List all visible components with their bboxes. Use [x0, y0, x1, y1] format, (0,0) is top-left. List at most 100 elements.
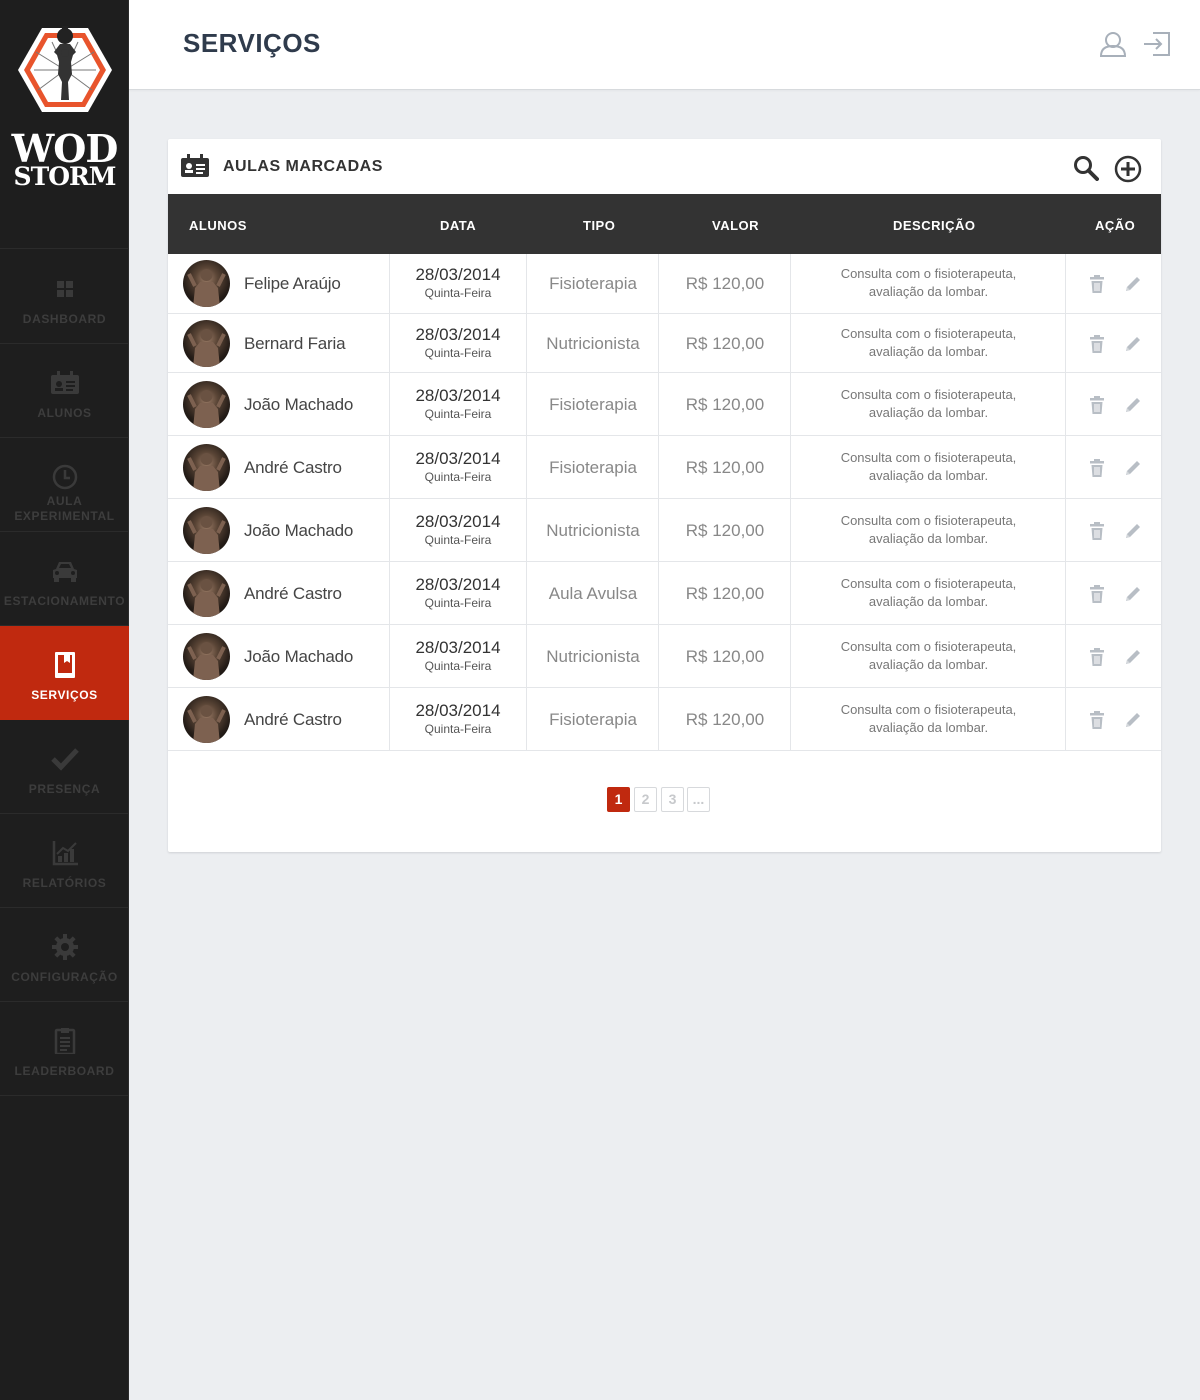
column-header-alunos[interactable]: ALUNOS — [189, 218, 247, 233]
appointment-weekday: Quinta-Feira — [424, 469, 492, 484]
appointment-date: 28/03/2014 — [415, 448, 501, 468]
service-value: R$ 120,00 — [685, 520, 765, 540]
trash-icon[interactable] — [1087, 458, 1107, 478]
grid-icon — [56, 281, 73, 297]
appointment-date: 28/03/2014 — [415, 574, 501, 594]
appointment-weekday: Quinta-Feira — [424, 658, 492, 673]
appointment-date: 28/03/2014 — [415, 385, 501, 405]
table-row[interactable]: André Castro 28/03/2014 Quinta-Feira Aula A… — [168, 562, 1161, 625]
sidebar-item-servicos[interactable]: SERVIÇOS — [0, 626, 129, 720]
page-button-1[interactable]: 1 — [607, 787, 630, 812]
edit-pencil-icon[interactable] — [1123, 521, 1143, 541]
sidebar-item-dashboard[interactable]: DASHBOARD — [0, 250, 129, 344]
service-value: R$ 120,00 — [685, 274, 765, 293]
description-line: avaliação da lombar. — [868, 593, 989, 609]
student-name[interactable]: André Castro — [244, 584, 342, 604]
sidebar-item-alunos[interactable]: ALUNOS — [0, 344, 129, 438]
gear-icon — [51, 934, 78, 960]
column-header-valor[interactable]: VALOR — [712, 218, 759, 233]
edit-pencil-icon[interactable] — [1123, 458, 1143, 478]
column-header-tipo[interactable]: TIPO — [583, 218, 615, 233]
appointment-date: 28/03/2014 — [415, 700, 501, 720]
trash-icon[interactable] — [1087, 274, 1107, 294]
sidebar-item-leaderboard[interactable]: LEADERBOARD — [0, 1002, 129, 1096]
table-row[interactable]: Bernard Faria 28/03/2014 Quinta-Feira Nutri… — [168, 314, 1161, 373]
clipboard-icon — [54, 1028, 75, 1054]
sidebar-item-configuracao[interactable]: CONFIGURAÇÃO — [0, 908, 129, 1002]
trash-icon[interactable] — [1087, 710, 1107, 730]
service-description: Consulta com o fisioterapeuta, avaliação … — [791, 449, 1066, 485]
edit-pencil-icon[interactable] — [1123, 710, 1143, 730]
add-circle-icon[interactable] — [1114, 155, 1142, 183]
service-description: Consulta com o fisioterapeuta, avaliação … — [791, 638, 1066, 674]
edit-pencil-icon[interactable] — [1123, 274, 1143, 294]
column-header-descricao[interactable]: DESCRIÇÃO — [893, 218, 976, 233]
description-line: avaliação da lombar. — [868, 284, 989, 299]
student-name[interactable]: Bernard Faria — [244, 334, 346, 354]
description-line: avaliação da lombar. — [868, 656, 989, 672]
student-name[interactable]: João Machado — [244, 521, 353, 541]
table-row[interactable]: João Machado 28/03/2014 Quinta-Feira Nutric… — [168, 499, 1161, 562]
student-name[interactable]: João Machado — [244, 647, 353, 667]
table-row[interactable]: João Machado 28/03/2014 Quinta-Feira Fisiot… — [168, 373, 1161, 436]
description-line: Consulta com o fisioterapeuta, — [840, 512, 1017, 528]
sidebar-item-label: RELATÓRIOS — [22, 876, 107, 890]
sidebar-item-relatorios[interactable]: RELATÓRIOS — [0, 814, 129, 908]
aulas-marcadas-panel: AULAS MARCADAS ALUNOS DATA TIPO VALOR DE… — [168, 139, 1161, 852]
table-row[interactable]: João Machado 28/03/2014 Quinta-Feira Nutric… — [168, 625, 1161, 688]
student-name[interactable]: André Castro — [244, 710, 342, 730]
description-line: avaliação da lombar. — [868, 404, 989, 420]
appointment-date: 28/03/2014 — [415, 637, 501, 657]
sidebar-item-label: CONFIGURAÇÃO — [11, 970, 118, 984]
appointment-weekday: Quinta-Feira — [424, 721, 492, 736]
column-header-acao: AÇÃO — [1095, 218, 1136, 233]
panel-title: AULAS MARCADAS — [223, 158, 383, 175]
student-name[interactable]: André Castro — [244, 458, 342, 478]
service-type: Aula Avulsa — [548, 583, 638, 603]
student-name[interactable]: Felipe Araújo — [244, 274, 341, 294]
service-type: Fisioterapia — [549, 709, 637, 729]
avatar — [183, 380, 230, 428]
service-value: R$ 120,00 — [685, 333, 765, 353]
trash-icon[interactable] — [1087, 584, 1107, 604]
edit-pencil-icon[interactable] — [1123, 334, 1143, 354]
sidebar-item-aula-experimental[interactable]: AULA EXPERIMENTAL — [0, 438, 129, 532]
edit-pencil-icon[interactable] — [1123, 647, 1143, 667]
clock-icon — [52, 464, 77, 490]
avatar — [183, 506, 230, 554]
service-type: Fisioterapia — [549, 394, 637, 414]
page-button-2[interactable]: 2 — [634, 787, 657, 812]
service-type: Nutricionista — [546, 520, 640, 540]
avatar — [183, 632, 230, 680]
page-button-3[interactable]: 3 — [661, 787, 684, 812]
description-line: Consulta com o fisioterapeuta, — [840, 386, 1017, 402]
service-description: Consulta com o fisioterapeuta, avaliação … — [791, 325, 1066, 361]
table-row[interactable]: André Castro 28/03/2014 Quinta-Feira Fisiot… — [168, 688, 1161, 751]
avatar — [183, 443, 230, 491]
column-header-data[interactable]: DATA — [440, 218, 476, 233]
avatar — [183, 260, 230, 307]
appointment-weekday: Quinta-Feira — [424, 286, 492, 300]
page-button-more[interactable]: ... — [687, 787, 710, 812]
description-line: Consulta com o fisioterapeuta, — [840, 701, 1017, 717]
sidebar-item-label: ALUNOS — [37, 406, 92, 420]
search-icon[interactable] — [1073, 155, 1099, 181]
sidebar-item-estacionamento[interactable]: ESTACIONAMENTO — [0, 532, 129, 626]
sidebar-item-label: SERVIÇOS — [31, 688, 98, 702]
logout-icon[interactable] — [1143, 30, 1171, 58]
edit-pencil-icon[interactable] — [1123, 584, 1143, 604]
brand-logo[interactable]: WOD STORM — [0, 0, 129, 249]
service-value: R$ 120,00 — [685, 457, 765, 477]
user-profile-icon[interactable] — [1099, 30, 1127, 58]
trash-icon[interactable] — [1087, 647, 1107, 667]
student-name[interactable]: João Machado — [244, 395, 353, 415]
description-line: avaliação da lombar. — [868, 467, 989, 483]
sidebar-item-presenca[interactable]: PRESENÇA — [0, 720, 129, 814]
trash-icon[interactable] — [1087, 395, 1107, 415]
table-row[interactable]: Felipe Araújo 28/03/2014 Quinta-Feira Fisio… — [168, 254, 1161, 314]
trash-icon[interactable] — [1087, 334, 1107, 354]
appointment-weekday: Quinta-Feira — [424, 406, 492, 421]
table-row[interactable]: André Castro 28/03/2014 Quinta-Feira Fisiot… — [168, 436, 1161, 499]
trash-icon[interactable] — [1087, 521, 1107, 541]
edit-pencil-icon[interactable] — [1123, 395, 1143, 415]
